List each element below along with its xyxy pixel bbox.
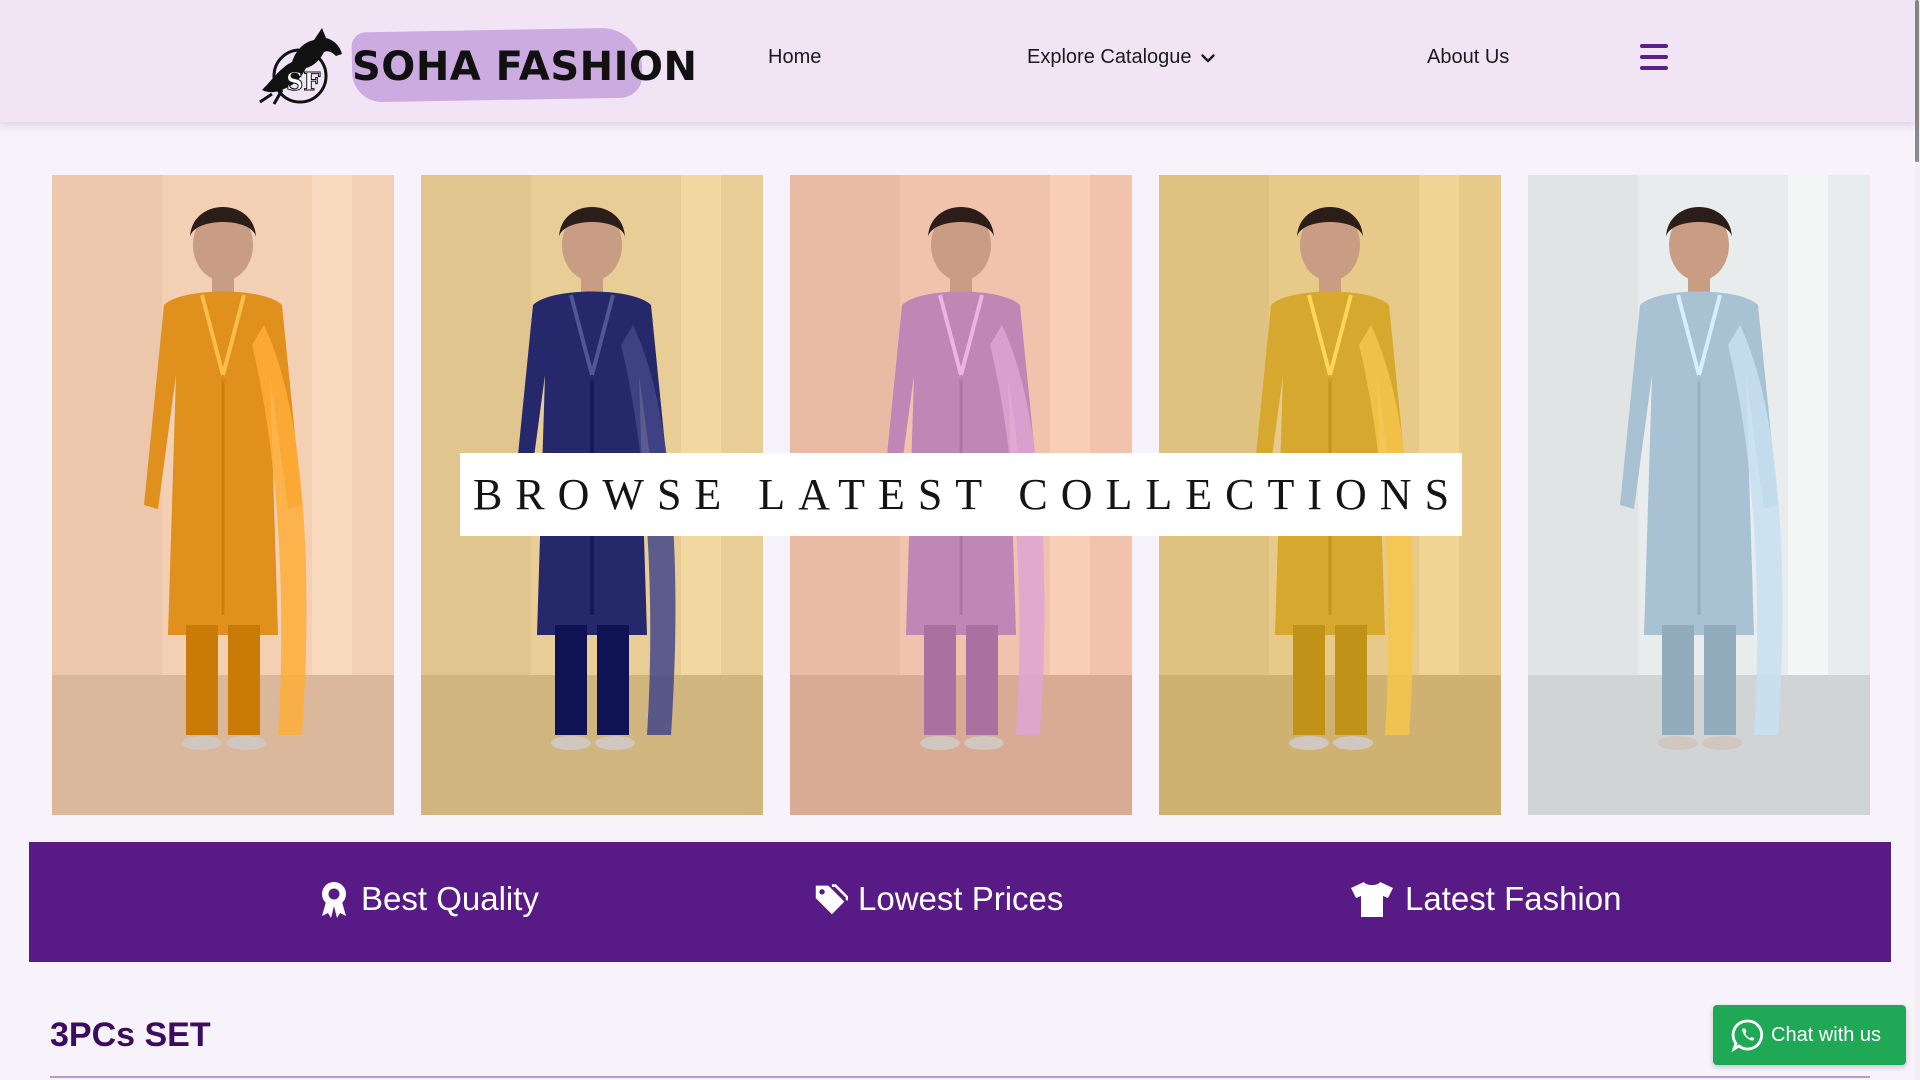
nav-home-label: Home [768, 46, 822, 68]
chat-label: Chat with us [1771, 1023, 1882, 1046]
banner-title: BROWSE LATEST COLLECTIONS [472, 470, 1463, 519]
section-title: 3PCs SET [50, 1016, 211, 1054]
collection-image-5[interactable] [1528, 175, 1870, 815]
nav-about-label: About Us [1427, 46, 1510, 68]
chevron-down-icon [1200, 53, 1215, 62]
nav-explore-catalogue-dropdown[interactable]: Explore Catalogue [1027, 46, 1216, 69]
award-badge-icon [322, 882, 346, 918]
horse-monogram-logo-icon: SF [259, 28, 342, 105]
feature-label: Lowest Prices [858, 880, 1064, 917]
price-tags-icon [815, 884, 848, 915]
feature-best-quality: Best Quality [317, 880, 539, 918]
feature-label: Best Quality [361, 880, 539, 917]
nav-explore-label: Explore Catalogue [1027, 46, 1192, 68]
whatsapp-chat-button[interactable]: Chat with us [1713, 1005, 1906, 1065]
features-strip: Best Quality Lowest Prices Latest Fashio… [29, 842, 1891, 962]
nav-about-link[interactable]: About Us [1427, 46, 1509, 69]
page-scrollbar[interactable] [1915, 0, 1920, 1080]
tshirt-icon [1351, 882, 1393, 917]
nav-home-link[interactable]: Home [768, 46, 821, 69]
site-header: SF SOHA FASHION Home Explore Catalogue A… [0, 0, 1915, 122]
scrollbar-thumb[interactable] [1915, 0, 1919, 162]
collection-image-1[interactable] [52, 175, 394, 815]
whatsapp-icon [1731, 1019, 1764, 1052]
feature-latest-fashion: Latest Fashion [1349, 880, 1621, 918]
feature-lowest-prices: Lowest Prices [814, 880, 1063, 918]
browse-collections-banner[interactable]: BROWSE LATEST COLLECTIONS [460, 453, 1462, 536]
feature-label: Latest Fashion [1405, 880, 1622, 917]
brand-name: SOHA FASHION [352, 44, 698, 90]
section-divider [50, 1076, 1870, 1078]
logo-monogram: SF [286, 67, 320, 96]
hamburger-menu-icon[interactable] [1640, 44, 1668, 70]
model-illustration [52, 175, 394, 815]
model-illustration [1528, 175, 1870, 815]
brand-logo[interactable]: SF SOHA FASHION [252, 20, 697, 106]
